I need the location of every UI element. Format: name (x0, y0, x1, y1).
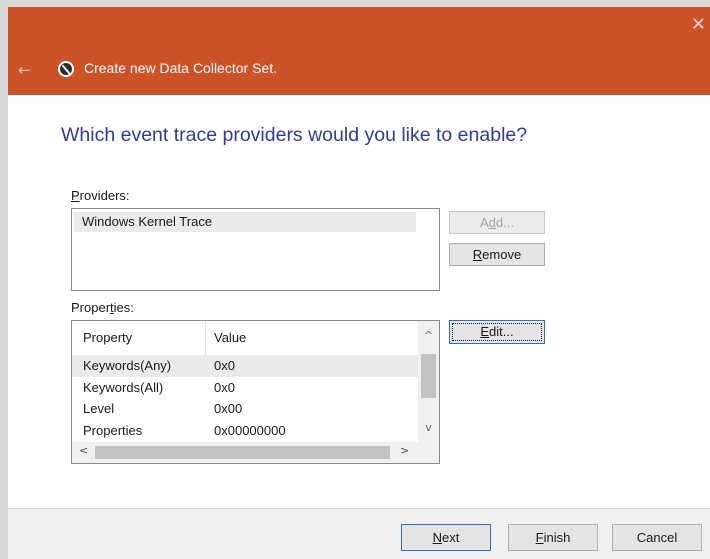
window-title: Create new Data Collector Set. (84, 60, 277, 76)
value-cell: 0x00 (214, 401, 243, 416)
scroll-down-icon[interactable]: v (418, 421, 439, 434)
cancel-button[interactable]: Cancel (612, 524, 702, 551)
value-cell: 0x00000000 (214, 423, 286, 438)
scroll-right-icon[interactable]: > (400, 444, 409, 457)
providers-list[interactable]: Windows Kernel Trace (71, 208, 440, 291)
add-label-pre: A (480, 215, 489, 230)
horizontal-scrollbar[interactable]: < > (72, 442, 418, 463)
property-cell: Keywords(All) (83, 380, 164, 395)
focus-rectangle (452, 323, 542, 341)
next-button[interactable]: Next (401, 524, 491, 551)
properties-label-pre: Proper (71, 300, 111, 315)
property-cell: Properties (83, 423, 143, 438)
remove-label-mnemonic: R (472, 247, 483, 262)
scrollbar-corner (418, 442, 439, 463)
finish-button[interactable]: Finish (508, 524, 598, 551)
close-icon[interactable]: ✕ (691, 16, 706, 34)
column-header-value[interactable]: Value (214, 321, 246, 355)
default-button-ring (404, 527, 488, 548)
property-cell: Level (83, 401, 115, 416)
add-button[interactable]: Add... (449, 211, 545, 234)
properties-label-post: ies: (113, 300, 134, 315)
providers-label: Providers: (71, 188, 130, 203)
add-label-post: d... (495, 215, 514, 230)
table-row[interactable]: Properties 0x00000000 (72, 420, 418, 442)
providers-label-post: roviders: (79, 188, 130, 203)
finish-label-post: inish (543, 530, 571, 545)
properties-list[interactable]: Property Value Keywords(Any) 0x0 Keyword… (71, 320, 440, 464)
page-heading: Which event trace providers would you li… (61, 124, 528, 146)
scroll-left-icon[interactable]: < (79, 444, 88, 457)
add-label-mnemonic: d (488, 215, 496, 230)
footer-bar: Next Finish Cancel (8, 508, 710, 559)
edit-button[interactable]: Edit... (449, 320, 545, 344)
value-cell: 0x0 (214, 380, 235, 395)
remove-label-post: emove (482, 247, 522, 262)
property-cell: Keywords(Any) (83, 358, 172, 373)
value-cell: 0x0 (214, 358, 235, 373)
provider-item[interactable]: Windows Kernel Trace (74, 212, 416, 232)
table-row[interactable]: Level 0x00 (72, 398, 418, 420)
properties-label: Properties: (71, 300, 134, 315)
data-collector-icon (58, 61, 74, 77)
providers-label-mnemonic: P (71, 188, 80, 203)
scroll-up-icon[interactable]: ^ (418, 329, 439, 342)
table-row[interactable]: Keywords(All) 0x0 (72, 377, 418, 399)
remove-button[interactable]: Remove (449, 243, 545, 266)
table-row[interactable]: Keywords(Any) 0x0 (72, 355, 418, 377)
horizontal-scroll-thumb[interactable] (95, 446, 390, 459)
vertical-scroll-thumb[interactable] (421, 354, 436, 398)
back-arrow-icon[interactable]: ← (18, 61, 31, 79)
finish-label-mnemonic: F (535, 530, 544, 545)
column-divider[interactable] (205, 321, 206, 355)
dialog-window: ✕ ← Create new Data Collector Set. Which… (8, 7, 710, 559)
vertical-scrollbar[interactable]: ^ v (418, 321, 439, 442)
title-bar: ✕ ← Create new Data Collector Set. (8, 7, 710, 95)
column-header-property[interactable]: Property (83, 321, 132, 355)
